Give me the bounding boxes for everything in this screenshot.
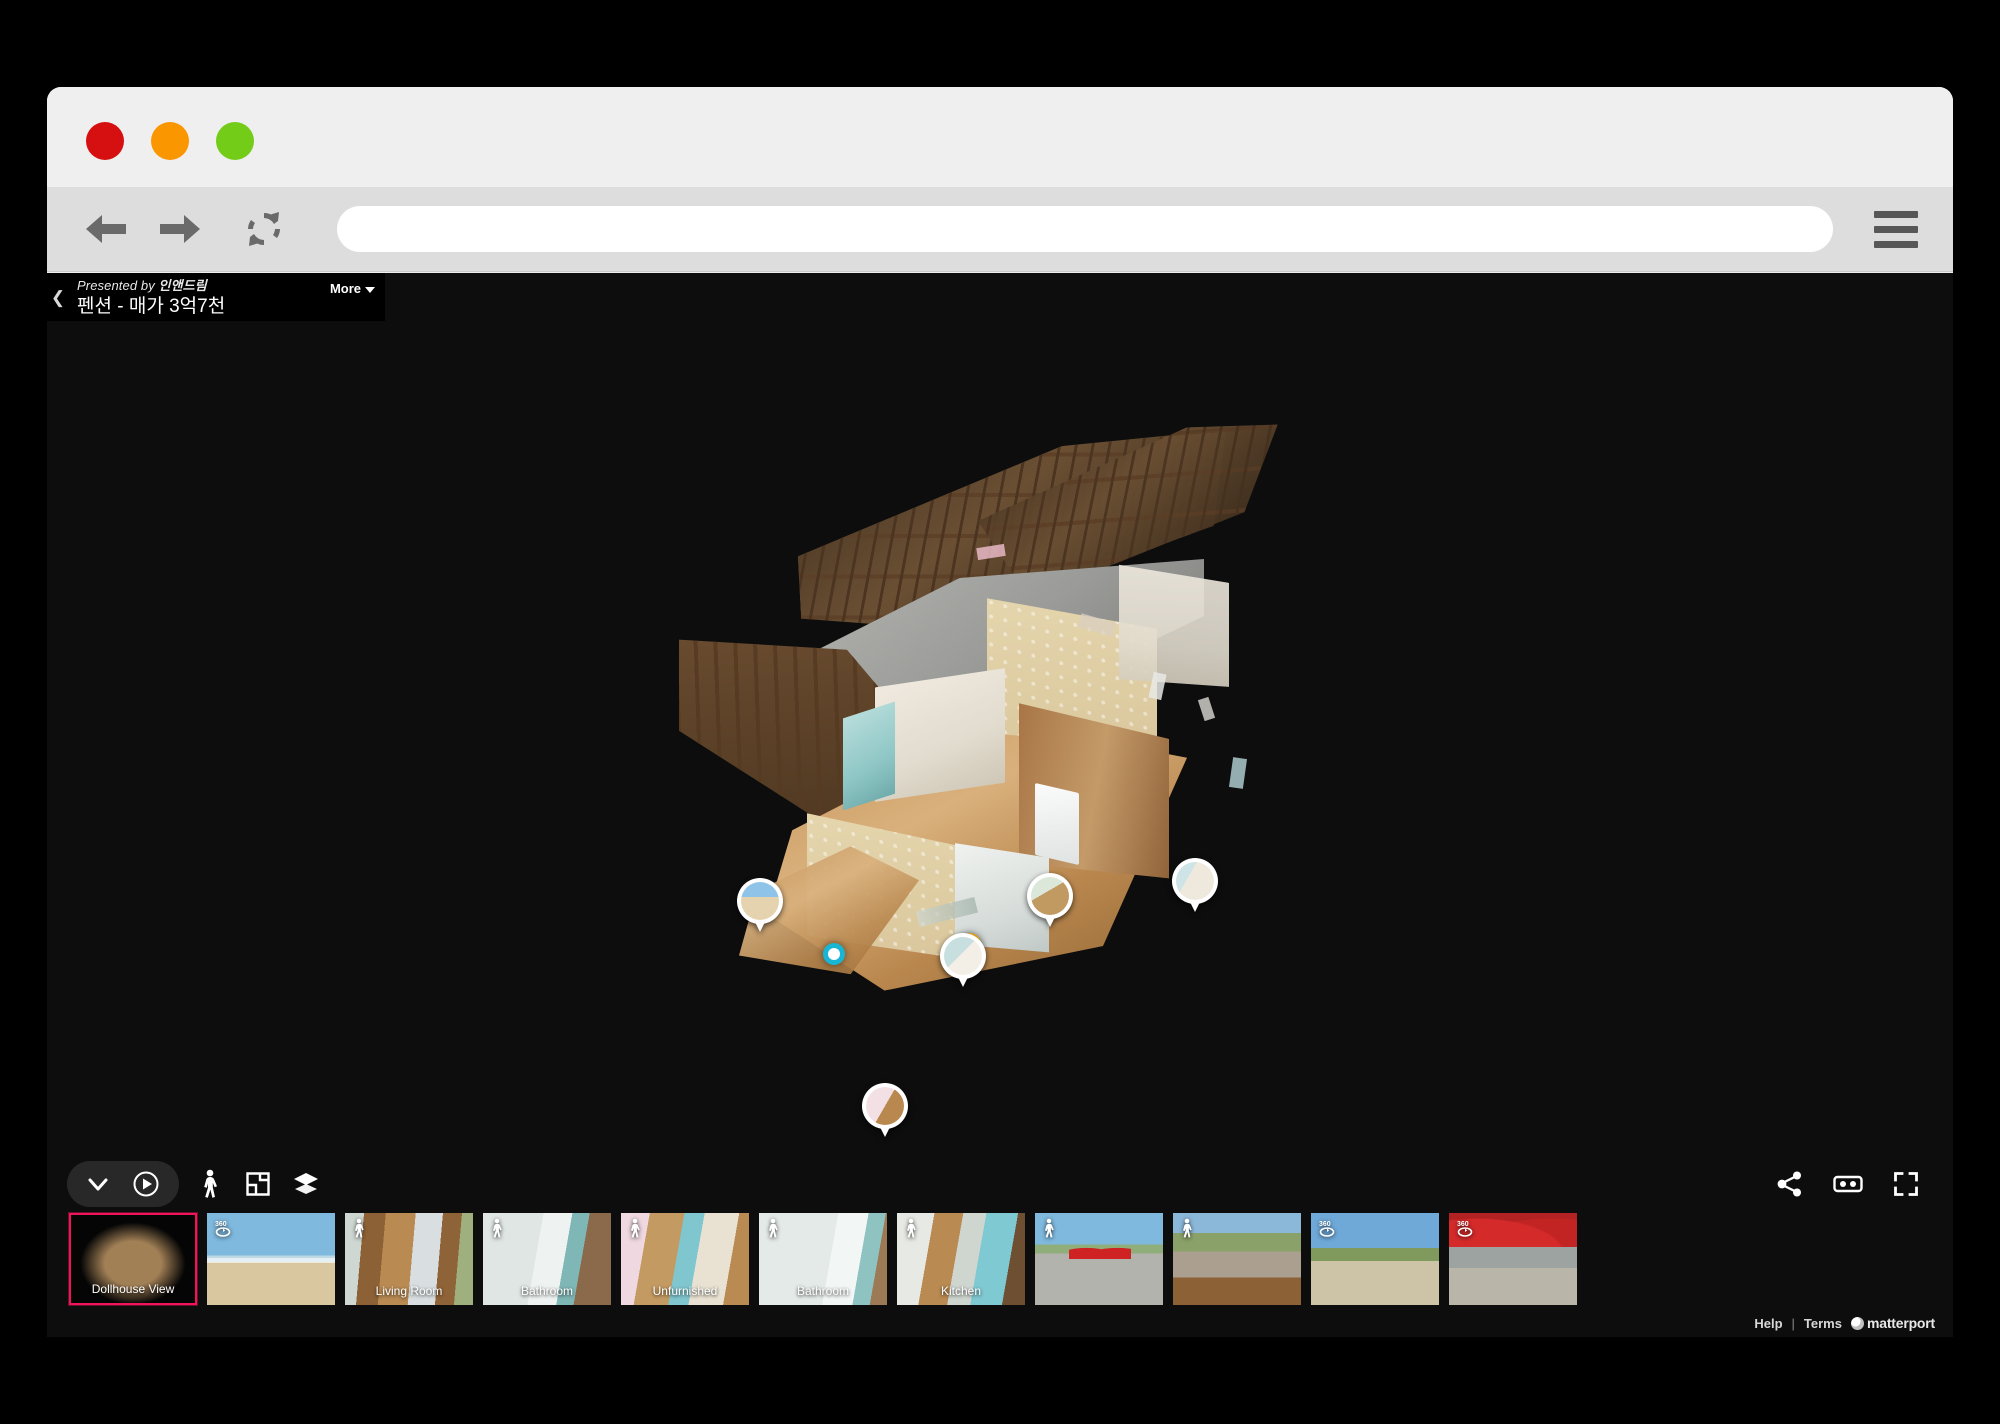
person-walking-icon — [1041, 1218, 1061, 1238]
panorama-360-icon: 360 — [1455, 1218, 1475, 1238]
help-link[interactable]: Help — [1754, 1316, 1782, 1331]
pin-thumbnail — [944, 937, 982, 975]
thumbnail-360-path[interactable]: 360 — [1311, 1213, 1439, 1305]
share-icon[interactable] — [1773, 1167, 1807, 1201]
pin-hallway[interactable] — [940, 933, 986, 993]
model-doorway-teal — [843, 702, 895, 811]
svg-text:360: 360 — [215, 1221, 227, 1228]
thumbnail-patio-1[interactable] — [1035, 1213, 1163, 1305]
playback-pill — [67, 1161, 179, 1207]
dot-marker-cyan[interactable] — [823, 943, 845, 965]
pin-upper-room[interactable] — [1027, 873, 1073, 933]
pin-bedroom[interactable] — [862, 1083, 908, 1143]
pin-thumbnail — [866, 1087, 904, 1125]
hamburger-menu-icon[interactable] — [1861, 198, 1931, 260]
presented-by-line: Presented by 인앤드림 — [77, 278, 330, 294]
layers-icon[interactable] — [289, 1167, 323, 1201]
more-button[interactable]: More — [330, 281, 375, 296]
thumbnail-360-umbrella[interactable]: 360 — [1449, 1213, 1577, 1305]
thumbnail-dollhouse-view[interactable]: Dollhouse View — [69, 1213, 197, 1305]
pin-body — [1172, 858, 1218, 904]
thumbnail-label: Bathroom — [520, 1284, 574, 1298]
chevron-down-icon — [365, 286, 375, 293]
matterport-glyph-icon — [1850, 1316, 1864, 1330]
banner-collapse-button[interactable]: ❮ — [47, 273, 69, 321]
thumbnail-unfurnished[interactable]: Unfurnished — [621, 1213, 749, 1305]
person-walking-icon — [903, 1218, 923, 1238]
scan-thumbnail-strip[interactable]: Dollhouse View 360 Living Room Bathroom … — [47, 1211, 1953, 1307]
chevron-down-icon[interactable] — [81, 1167, 115, 1201]
thumbnail-label: Kitchen — [940, 1284, 982, 1298]
floorplan-icon[interactable] — [241, 1167, 275, 1201]
thumbnail-patio-2[interactable] — [1173, 1213, 1301, 1305]
panorama-360-icon: 360 — [1317, 1218, 1337, 1238]
viewer-controls — [47, 1149, 1953, 1219]
person-walking-icon — [627, 1218, 647, 1238]
model-appliance-fridge — [1035, 782, 1079, 866]
thumbnail-label: Bathroom — [796, 1284, 850, 1298]
close-window-button[interactable] — [86, 122, 124, 160]
thumbnail-kitchen[interactable]: Kitchen — [897, 1213, 1025, 1305]
thumbnail-bathroom-1[interactable]: Bathroom — [483, 1213, 611, 1305]
terms-link[interactable]: Terms — [1804, 1316, 1842, 1331]
reload-button[interactable] — [233, 198, 295, 260]
listing-title: 펜션 - 매가 3억7천 — [77, 296, 226, 318]
person-walking-icon — [1179, 1218, 1199, 1238]
maximize-window-button[interactable] — [216, 122, 254, 160]
browser-window: ❮ Presented by 인앤드림 펜션 - 매가 3억7천 More Do… — [47, 87, 1953, 1337]
viewer-controls-right — [1773, 1167, 1923, 1201]
pin-thumbnail — [1176, 862, 1214, 900]
pin-thumbnail — [741, 882, 779, 920]
back-button[interactable] — [75, 198, 137, 260]
pin-thumbnail — [1031, 877, 1069, 915]
url-input[interactable] — [337, 206, 1833, 252]
viewer-controls-left — [67, 1161, 323, 1207]
vr-goggles-icon[interactable] — [1831, 1167, 1865, 1201]
browser-toolbar — [47, 187, 1953, 272]
pin-body — [940, 933, 986, 979]
pin-beach-view[interactable] — [737, 878, 783, 938]
person-walking-icon[interactable] — [193, 1167, 227, 1201]
thumbnail-label: Living Room — [375, 1284, 443, 1298]
person-walking-icon — [351, 1218, 371, 1238]
presented-by-prefix: Presented by — [77, 278, 159, 294]
forward-button[interactable] — [149, 198, 211, 260]
play-circle-icon[interactable] — [129, 1167, 163, 1201]
model-scan-fragment — [1197, 696, 1216, 722]
more-button-label: More — [329, 281, 361, 296]
person-walking-icon — [765, 1218, 785, 1238]
svg-text:360: 360 — [1319, 1221, 1331, 1228]
matterport-wordmark: matterport — [1866, 1315, 1935, 1331]
model-scan-fragment — [1228, 757, 1248, 789]
fullscreen-icon[interactable] — [1889, 1167, 1923, 1201]
panorama-360-icon: 360 — [213, 1218, 233, 1238]
thumbnail-label: Dollhouse View — [91, 1282, 175, 1296]
footer-separator: | — [1791, 1315, 1795, 1331]
pin-body — [862, 1083, 908, 1129]
pin-body — [737, 878, 783, 924]
banner-text-group: Presented by 인앤드림 펜션 - 매가 3억7천 — [69, 273, 330, 321]
thumbnail-label: Unfurnished — [652, 1284, 718, 1298]
viewer-footer: Help | Terms matterport — [1754, 1315, 1935, 1331]
svg-text:360: 360 — [1457, 1221, 1469, 1228]
listing-info-banner: ❮ Presented by 인앤드림 펜션 - 매가 3억7천 More — [47, 273, 385, 321]
pin-body — [1027, 873, 1073, 919]
window-titlebar — [47, 87, 1953, 187]
presented-by-brand: 인앤드림 — [158, 278, 207, 294]
minimize-window-button[interactable] — [151, 122, 189, 160]
thumbnail-bathroom-2[interactable]: Bathroom — [759, 1213, 887, 1305]
person-walking-icon — [489, 1218, 509, 1238]
matterport-logo[interactable]: matterport — [1850, 1315, 1935, 1331]
matterport-viewer[interactable]: ❮ Presented by 인앤드림 펜션 - 매가 3억7천 More Do… — [47, 273, 1953, 1337]
dot-marker-core — [828, 948, 840, 960]
thumbnail-360-beach[interactable]: 360 — [207, 1213, 335, 1305]
pin-corner-room[interactable] — [1172, 858, 1218, 918]
thumbnail-living-room[interactable]: Living Room — [345, 1213, 473, 1305]
window-controls — [86, 122, 254, 160]
